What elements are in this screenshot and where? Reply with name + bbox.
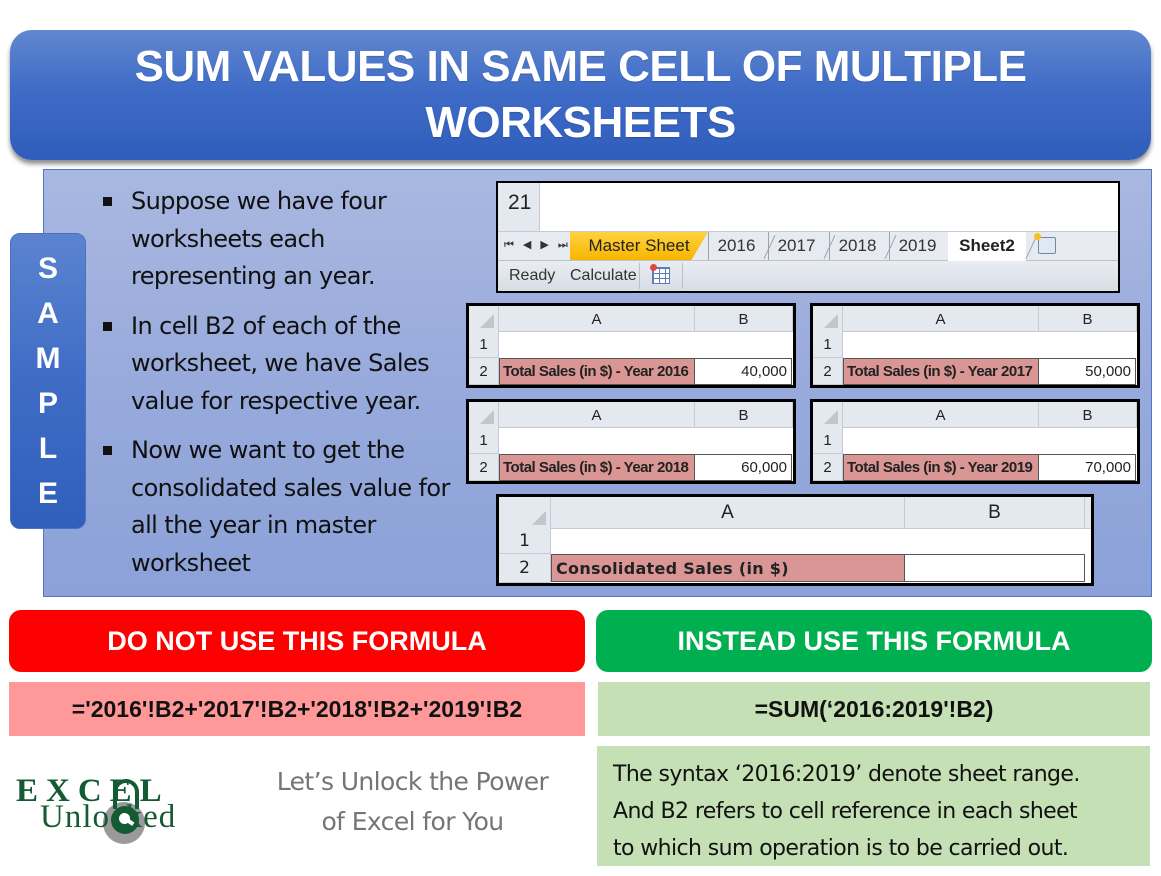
- select-all-corner[interactable]: [469, 402, 499, 428]
- tab-2016[interactable]: 2016: [708, 232, 776, 260]
- page-layout-icon[interactable]: [650, 264, 670, 284]
- last-sheet-icon[interactable]: ⏭: [558, 238, 568, 252]
- explanation-line: to which sum operation is to be carried …: [613, 836, 1069, 861]
- column-header-b: B: [695, 402, 793, 428]
- tab-label: 2016: [717, 236, 756, 255]
- row-header-2: 2: [813, 454, 843, 481]
- cell-a2[interactable]: Total Sales (in $) - Year 2019: [843, 454, 1039, 481]
- status-bar: Ready Calculate: [498, 261, 1118, 291]
- tab-label: 2019: [898, 236, 937, 255]
- select-all-corner[interactable]: [813, 306, 843, 332]
- bullet-list: Suppose we have four worksheets each rep…: [100, 183, 470, 594]
- tab-label: 2017: [777, 236, 816, 255]
- row-header-1: 1: [469, 332, 499, 358]
- tab-label: 2018: [838, 236, 877, 255]
- cell-a2[interactable]: Total Sales (in $) - Year 2017: [843, 358, 1039, 385]
- column-header-a: A: [843, 306, 1039, 332]
- cell-b2[interactable]: [904, 554, 1085, 582]
- bad-formula: ='2016'!B2+'2017'!B2+'2018'!B2+'2019'!B2: [9, 682, 585, 736]
- insert-worksheet-icon[interactable]: [1034, 233, 1056, 254]
- title-banner: SUM VALUES IN SAME CELL OF MULTIPLE WORK…: [10, 30, 1151, 160]
- column-header-b: B: [1039, 306, 1137, 332]
- sample-letter: S: [37, 252, 58, 285]
- sample-letter: P: [37, 387, 58, 420]
- tab-2019[interactable]: 2019: [889, 232, 945, 260]
- tagline: Let’s Unlock the Power of Excel for You: [250, 762, 575, 842]
- tab-2017[interactable]: 2017: [768, 232, 836, 260]
- excel-unlocked-logo: EXCEL Unlocked: [14, 773, 244, 844]
- select-all-corner[interactable]: [499, 497, 551, 529]
- formula-explanation: The syntax ‘2016:2019’ denote sheet rang…: [597, 746, 1150, 866]
- prev-sheet-icon[interactable]: ◀: [523, 238, 531, 252]
- column-header-a: A: [499, 402, 695, 428]
- sample-letter: M: [35, 342, 61, 375]
- mini-sheet-2018: A B 1 2 Total Sales (in $) - Year 2018 6…: [466, 399, 796, 484]
- row-header-2: 2: [499, 554, 551, 583]
- column-header-a: A: [499, 306, 695, 332]
- status-divider: [682, 263, 683, 289]
- cell-b2[interactable]: 60,000: [694, 454, 792, 481]
- instead-use-header: INSTEAD USE THIS FORMULA: [596, 610, 1152, 672]
- page-title: SUM VALUES IN SAME CELL OF MULTIPLE WORK…: [134, 42, 1027, 147]
- bullet-item: Now we want to get the consolidated sale…: [100, 432, 470, 582]
- select-all-corner[interactable]: [813, 402, 843, 428]
- column-header-a: A: [843, 402, 1039, 428]
- master-sheet-preview: A B 1 2 Consolidated Sales (in $): [496, 494, 1094, 586]
- tab-scroll-buttons: ⏮ ◀ ▶ ⏭: [504, 238, 568, 252]
- bullet-item: In cell B2 of each of the worksheet, we …: [100, 308, 470, 421]
- row-21: 21: [498, 183, 1118, 231]
- first-sheet-icon[interactable]: ⏮: [504, 238, 514, 252]
- next-sheet-icon[interactable]: ▶: [540, 238, 548, 252]
- tab-sheet2[interactable]: Sheet2: [948, 232, 1038, 261]
- do-not-use-header: DO NOT USE THIS FORMULA: [9, 610, 585, 672]
- mini-sheet-2019: A B 1 2 Total Sales (in $) - Year 2019 7…: [810, 399, 1140, 484]
- explanation-line: And B2 refers to cell reference in each …: [613, 799, 1078, 824]
- row-header-1: 1: [469, 428, 499, 454]
- explanation-line: The syntax ‘2016:2019’ denote sheet rang…: [613, 762, 1080, 787]
- cell-a2[interactable]: Total Sales (in $) - Year 2018: [499, 454, 695, 481]
- row-header-2: 2: [469, 454, 499, 481]
- tab-master-sheet[interactable]: Master Sheet: [570, 232, 708, 260]
- row-header-1: 1: [813, 332, 843, 358]
- good-formula: =SUM(‘2016:2019'!B2): [598, 682, 1150, 736]
- status-ready: Ready: [509, 267, 556, 284]
- column-header-a: A: [551, 497, 905, 529]
- row-number: 21: [498, 183, 540, 231]
- row-header-1: 1: [499, 529, 551, 554]
- row-header-2: 2: [813, 358, 843, 385]
- tab-label: Sheet2: [959, 236, 1015, 255]
- bullet-item: Suppose we have four worksheets each rep…: [100, 183, 470, 296]
- logo-text-unlocked: Unlocked: [40, 799, 177, 835]
- cell-a2[interactable]: Consolidated Sales (in $): [551, 554, 905, 582]
- tab-2018[interactable]: 2018: [829, 232, 897, 260]
- mini-sheet-2017: A B 1 2 Total Sales (in $) - Year 2017 5…: [810, 303, 1140, 388]
- sample-letter: L: [38, 432, 58, 465]
- tagline-line: of Excel for You: [321, 807, 504, 836]
- status-calculate[interactable]: Calculate: [570, 267, 637, 285]
- cell-b2[interactable]: 70,000: [1038, 454, 1136, 481]
- cell-b2[interactable]: 40,000: [694, 358, 792, 385]
- select-all-corner[interactable]: [469, 306, 499, 332]
- cell-a2[interactable]: Total Sales (in $) - Year 2016: [499, 358, 695, 385]
- sample-letter: A: [37, 297, 59, 330]
- sample-letter: E: [37, 477, 58, 510]
- sample-badge: S A M P L E: [10, 233, 86, 529]
- cell-b2[interactable]: 50,000: [1038, 358, 1136, 385]
- column-header-b: B: [695, 306, 793, 332]
- status-divider: [639, 263, 640, 289]
- row-header-1: 1: [813, 428, 843, 454]
- sheet-tabs-screenshot: 21 ⏮ ◀ ▶ ⏭ Master Sheet 2016 2017 2018 2…: [496, 181, 1120, 293]
- column-header-b: B: [1039, 402, 1137, 428]
- mini-sheet-2016: A B 1 2 Total Sales (in $) - Year 2016 4…: [466, 303, 796, 388]
- sheet-tab-bar: ⏮ ◀ ▶ ⏭ Master Sheet 2016 2017 2018 2019…: [498, 231, 1118, 261]
- column-header-b: B: [905, 497, 1085, 529]
- row-header-2: 2: [469, 358, 499, 385]
- tagline-line: Let’s Unlock the Power: [276, 767, 549, 796]
